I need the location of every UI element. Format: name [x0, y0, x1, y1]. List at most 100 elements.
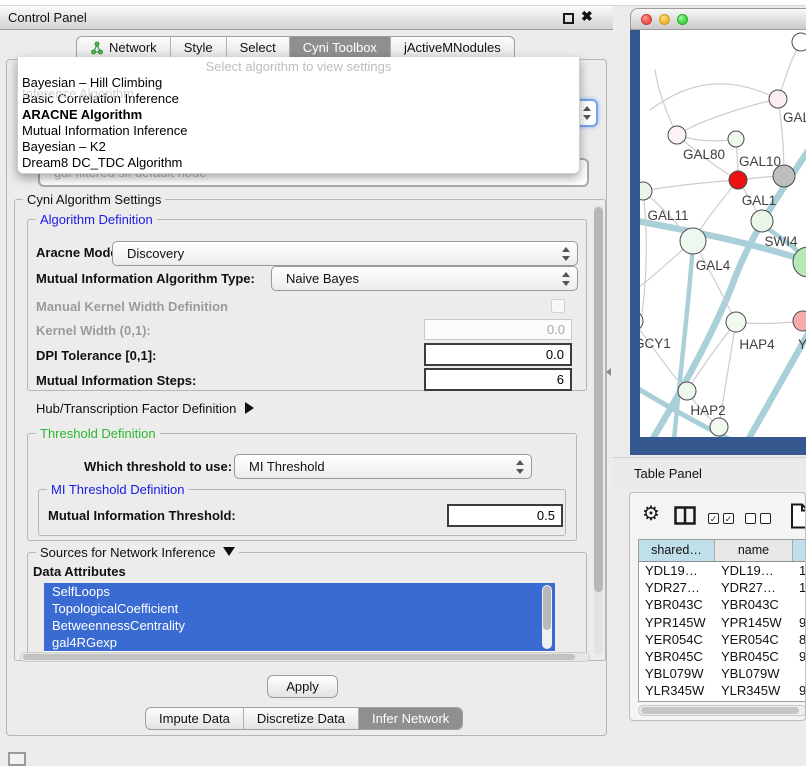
attribute-list-item[interactable]: gal4RGexp — [44, 634, 555, 651]
scrollbar-thumb[interactable] — [23, 654, 575, 660]
table-cell: YDR27… — [715, 579, 793, 596]
tab-discretize-data[interactable]: Discretize Data — [243, 708, 358, 729]
network-node[interactable] — [792, 33, 806, 51]
hide-all-columns-icon[interactable] — [745, 513, 771, 524]
algorithm-option[interactable]: Mutual Information Inference — [18, 123, 579, 139]
show-all-columns-icon[interactable]: ✓ ✓ — [708, 513, 734, 524]
manual-kernel-width-checkbox[interactable] — [551, 299, 565, 313]
table-cell: YBR045C — [715, 648, 793, 665]
table-cell: YDL19… — [639, 562, 715, 579]
combo-stepper-icon — [582, 105, 591, 121]
scrollbar-thumb[interactable] — [641, 707, 799, 714]
mac-close-icon[interactable] — [641, 14, 652, 25]
network-node[interactable] — [728, 131, 744, 147]
table-horizontal-scrollbar[interactable] — [638, 705, 806, 716]
apply-button[interactable]: Apply — [267, 675, 338, 698]
which-threshold-value: MI Threshold — [249, 455, 531, 478]
table-cell: YLR345W — [639, 682, 715, 699]
dpi-tolerance-input[interactable]: 0.0 — [424, 343, 572, 366]
algorithm-option[interactable]: Dream8 DC_TDC Algorithm — [18, 155, 579, 171]
network-node[interactable] — [751, 210, 773, 232]
network-node-label: GAL — [783, 110, 806, 125]
network-node[interactable] — [668, 126, 686, 144]
mi-threshold-label: Mutual Information Threshold: — [48, 508, 236, 523]
table-row[interactable]: YBR043CYBR043C — [639, 596, 806, 613]
gear-icon[interactable]: ⚙ — [642, 501, 660, 526]
network-node-label: GAL4 — [696, 258, 731, 273]
network-node[interactable] — [678, 382, 696, 400]
tab-network[interactable]: Network — [77, 37, 170, 58]
tab-impute-data[interactable]: Impute Data — [146, 708, 243, 729]
app-root: { "control_panel": { "title": "Control P… — [0, 0, 806, 762]
scrollbar-thumb[interactable] — [594, 207, 603, 592]
network-node[interactable] — [793, 311, 806, 331]
table-row[interactable]: YPR145WYPR145W9. — [639, 614, 806, 631]
tab-label: Cyni Toolbox — [303, 37, 377, 58]
scrollbar-thumb[interactable] — [543, 586, 551, 630]
mi-algorithm-type-select[interactable]: Naive Bayes — [271, 266, 578, 291]
tab-label: Style — [184, 37, 213, 58]
table-row[interactable]: YDL19…YDL19…13 — [639, 562, 806, 579]
mi-threshold-input[interactable]: 0.5 — [447, 504, 563, 527]
mac-zoom-icon[interactable] — [677, 14, 688, 25]
table-row[interactable]: YDR27…YDR27…12 — [639, 579, 806, 596]
network-node[interactable] — [769, 90, 787, 108]
close-icon[interactable]: ✖ — [581, 8, 593, 25]
mi-steps-input[interactable]: 6 — [424, 368, 572, 391]
mac-minimize-icon[interactable] — [659, 14, 670, 25]
group-title: Threshold Definition — [36, 426, 160, 441]
table-column-header[interactable]: name — [715, 540, 793, 561]
aracne-mode-select[interactable]: Discovery — [112, 241, 578, 266]
algorithm-option[interactable]: Basic Correlation Inference — [18, 91, 579, 107]
table-row[interactable]: YIL052CYIL052C9 — [639, 700, 806, 703]
tab-cyni-toolbox[interactable]: Cyni Toolbox — [289, 37, 390, 58]
network-window-titlebar — [630, 8, 806, 30]
table-row[interactable]: YBR045CYBR045C9. — [639, 648, 806, 665]
network-focus-frame — [630, 30, 640, 455]
attribute-list-item[interactable]: SelfLoops — [44, 583, 555, 600]
document-icon[interactable] — [790, 503, 806, 529]
network-node[interactable] — [726, 312, 746, 332]
algorithm-option[interactable]: ARACNE Algorithm — [18, 107, 579, 123]
network-node[interactable] — [680, 228, 706, 254]
tab-infer-network[interactable]: Infer Network — [358, 708, 462, 729]
tab-select[interactable]: Select — [226, 37, 289, 58]
table-column-header[interactable]: shared… — [639, 540, 715, 561]
control-panel-title: Control Panel — [8, 10, 87, 25]
attribute-list-item[interactable]: TopologicalCoefficient — [44, 600, 555, 617]
network-node-label: HAP2 — [690, 403, 725, 418]
network-node[interactable] — [710, 418, 728, 436]
table-cell: YDL19… — [715, 562, 793, 579]
tab-style[interactable]: Style — [170, 37, 226, 58]
hub-definition-toggle[interactable]: Hub/Transcription Factor Definition — [36, 401, 254, 416]
which-threshold-select[interactable]: MI Threshold — [234, 454, 532, 479]
table-row[interactable]: YBL079WYBL079W — [639, 665, 806, 682]
split-columns-icon[interactable] — [674, 506, 696, 525]
attribute-list-item[interactable]: BetweennessCentrality — [44, 617, 555, 634]
float-icon[interactable] — [563, 13, 574, 24]
data-attributes-label: Data Attributes — [33, 564, 126, 579]
settings-horizontal-scrollbar[interactable] — [20, 652, 590, 662]
table-cell: 9. — [793, 648, 806, 665]
settings-vertical-scrollbar[interactable] — [594, 205, 603, 655]
kernel-width-label: Kernel Width (0,1): — [36, 323, 151, 338]
network-node-label: HAP4 — [739, 337, 775, 352]
node-attribute-table[interactable]: shared…name YDL19…YDL19…13YDR27…YDR27…12… — [638, 539, 806, 702]
algorithm-option[interactable]: Bayesian – K2 — [18, 139, 579, 155]
table-row[interactable]: YLR345WYLR345W9. — [639, 682, 806, 699]
network-node[interactable] — [729, 171, 747, 189]
algorithm-option[interactable]: Bayesian – Hill Climbing — [18, 75, 579, 91]
network-view-canvas[interactable]: GALGAL80GAL10GAL1GAL11SWI4GAL4GCY1HAP4YH… — [640, 30, 806, 437]
network-node-label: SWI4 — [764, 234, 797, 249]
sources-toggle[interactable]: Sources for Network Inference — [36, 545, 239, 560]
minimized-window-icon[interactable] — [8, 752, 26, 766]
kernel-width-input[interactable]: 0.0 — [424, 319, 572, 340]
group-title: Algorithm Definition — [36, 212, 157, 227]
split-pane-handle[interactable] — [606, 368, 611, 376]
tab-jactivemnodules[interactable]: jActiveMNodules — [390, 37, 514, 58]
group-title: Cyni Algorithm Settings — [23, 192, 165, 207]
attributes-scrollbar[interactable] — [542, 585, 552, 649]
table-column-header[interactable] — [793, 540, 806, 561]
table-row[interactable]: YER054CYER054C8. — [639, 631, 806, 648]
network-node[interactable] — [773, 165, 795, 187]
